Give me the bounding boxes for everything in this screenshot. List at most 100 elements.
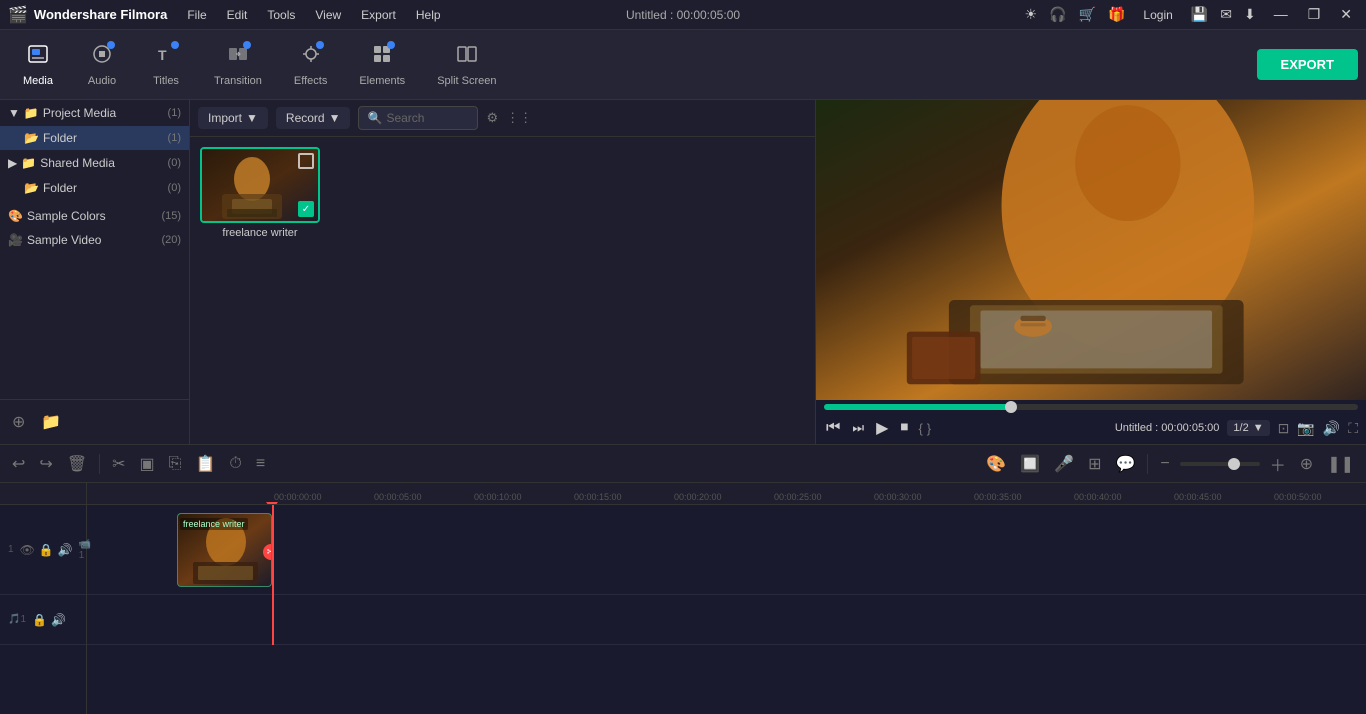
rewind-button[interactable]: ⏭ bbox=[850, 418, 866, 438]
sample-colors-icon: 🎨 bbox=[8, 209, 23, 223]
screenshot-icon[interactable]: 📷 bbox=[1297, 420, 1314, 437]
folder-item[interactable]: 📂 Folder (1) bbox=[0, 126, 189, 150]
toolbar-titles[interactable]: T Titles bbox=[136, 37, 196, 93]
menu-tools[interactable]: Tools bbox=[259, 5, 303, 25]
shared-media-header[interactable]: ▶ 📁 Shared Media (0) bbox=[0, 150, 189, 176]
track-lock-icon[interactable]: 🔒 bbox=[39, 543, 54, 557]
undo-button[interactable]: ↩ bbox=[8, 450, 29, 478]
play-button[interactable]: ▶ bbox=[874, 416, 890, 440]
import-button[interactable]: Import ▼ bbox=[198, 107, 268, 129]
track-number: 1 bbox=[8, 544, 14, 555]
titles-icon: T bbox=[155, 43, 177, 71]
import-label: Import bbox=[208, 111, 242, 125]
elements-icon bbox=[371, 43, 393, 71]
zoom-slider[interactable] bbox=[1180, 462, 1260, 466]
add-media-button[interactable]: ⊕ bbox=[8, 408, 29, 436]
audio-icon bbox=[91, 43, 113, 71]
sep1 bbox=[99, 454, 100, 474]
toolbar-split-screen[interactable]: Split Screen bbox=[423, 37, 510, 93]
shared-media-count: (0) bbox=[168, 157, 181, 169]
mail-icon[interactable]: ✉ bbox=[1220, 6, 1232, 23]
toolbar-elements[interactable]: Elements bbox=[345, 37, 419, 93]
track-visibility-icon[interactable]: 👁 bbox=[20, 543, 35, 557]
crop-button[interactable]: ▣ bbox=[136, 450, 159, 478]
minimize-button[interactable]: — bbox=[1268, 4, 1294, 25]
audio-record-icon[interactable]: 🎤 bbox=[1050, 450, 1078, 478]
menu-file[interactable]: File bbox=[179, 5, 214, 25]
zoom-out-button[interactable]: − bbox=[1156, 451, 1173, 477]
page-indicator[interactable]: 1/2 ▼ bbox=[1227, 420, 1269, 436]
filter-icon[interactable]: ⚙ bbox=[486, 110, 498, 126]
sample-video-item[interactable]: 🎥 Sample Video (20) bbox=[0, 228, 189, 252]
toolbar-media[interactable]: Media bbox=[8, 37, 68, 93]
fullscreen-icon[interactable]: ⛶ bbox=[1348, 420, 1358, 437]
caption-icon[interactable]: 💬 bbox=[1112, 450, 1140, 478]
search-field[interactable]: 🔍 Search bbox=[358, 106, 478, 130]
preview-panel: ⏮ ⏭ ▶ ⏹ { } Untitled : 00:00:05:00 1/2 ▼… bbox=[816, 100, 1366, 444]
bracket-open-button[interactable]: { bbox=[918, 421, 922, 436]
media-clip-freelance[interactable]: ✓ freelance writer bbox=[200, 147, 320, 434]
project-media-header[interactable]: ▼ 📁 Project Media (1) bbox=[0, 100, 189, 126]
sep2 bbox=[1147, 454, 1148, 474]
video-clip-1[interactable]: freelance writer ✂ bbox=[177, 513, 272, 587]
preview-ctrl-icons: 1/2 ▼ ⊡ 📷 🔊 ⛶ bbox=[1227, 420, 1358, 437]
sample-colors-item[interactable]: 🎨 Sample Colors (15) bbox=[0, 204, 189, 228]
save-icon[interactable]: 💾 bbox=[1191, 6, 1208, 23]
transition-dot bbox=[243, 41, 251, 49]
split-view-icon[interactable]: ⊞ bbox=[1084, 450, 1105, 478]
copy-button[interactable]: ⎘ bbox=[165, 451, 186, 477]
toolbar-audio[interactable]: Audio bbox=[72, 37, 132, 93]
adjust-button[interactable]: ≡ bbox=[252, 451, 269, 477]
toolbar-effects[interactable]: Effects bbox=[280, 37, 341, 93]
zoom-handle bbox=[1228, 458, 1240, 470]
toolbar-transition[interactable]: Transition bbox=[200, 37, 276, 93]
split-screen-label: Split Screen bbox=[437, 75, 496, 87]
export-button[interactable]: EXPORT bbox=[1257, 49, 1358, 80]
effects-dot bbox=[316, 41, 324, 49]
menu-export[interactable]: Export bbox=[353, 5, 404, 25]
add-track-button[interactable]: ⊕ bbox=[1296, 450, 1317, 478]
new-folder-button[interactable]: 📁 bbox=[37, 408, 65, 436]
headphone-icon[interactable]: 🎧 bbox=[1049, 6, 1066, 23]
delete-button[interactable]: 🗑 bbox=[63, 450, 91, 478]
more-options-icon[interactable]: ❚❚ bbox=[1323, 450, 1358, 478]
gift-icon[interactable]: 🎁 bbox=[1108, 6, 1125, 23]
progress-bar[interactable] bbox=[824, 404, 1358, 410]
redo-button[interactable]: ↪ bbox=[35, 450, 56, 478]
record-button[interactable]: Record ▼ bbox=[276, 107, 351, 129]
brightness-icon[interactable]: ☀ bbox=[1025, 6, 1038, 23]
download-icon[interactable]: ⬇ bbox=[1244, 6, 1256, 23]
timer-button[interactable]: ⏱ bbox=[225, 451, 245, 477]
cut-indicator: ✂ bbox=[263, 544, 272, 560]
login-button[interactable]: Login bbox=[1137, 6, 1178, 24]
maximize-button[interactable]: ❐ bbox=[1302, 4, 1327, 25]
step-back-button[interactable]: ⏮ bbox=[824, 417, 842, 439]
mask-icon[interactable]: 🔲 bbox=[1016, 450, 1044, 478]
search-placeholder: Search bbox=[386, 111, 424, 125]
paste-button[interactable]: 📋 bbox=[191, 450, 219, 478]
audio-volume-icon[interactable]: 🔊 bbox=[51, 613, 66, 627]
menu-view[interactable]: View bbox=[307, 5, 349, 25]
bracket-close-button[interactable]: } bbox=[927, 421, 931, 436]
progress-fill bbox=[824, 404, 1011, 410]
cut-button[interactable]: ✂ bbox=[108, 450, 129, 478]
volume-icon[interactable]: 🔊 bbox=[1323, 420, 1340, 437]
track-mute-icon[interactable]: 🔊 bbox=[58, 543, 73, 557]
shop-icon[interactable]: 🛒 bbox=[1079, 6, 1096, 23]
color-grade-icon[interactable]: 🎨 bbox=[982, 450, 1010, 478]
stop-button[interactable]: ⏹ bbox=[898, 417, 910, 439]
zoom-in-button[interactable]: ＋ bbox=[1266, 448, 1290, 480]
elements-label: Elements bbox=[359, 75, 405, 87]
menu-edit[interactable]: Edit bbox=[219, 5, 256, 25]
toolbar: Media Audio T Titles Transition Effects bbox=[0, 30, 1366, 100]
fit-screen-icon[interactable]: ⊡ bbox=[1278, 420, 1290, 437]
close-button[interactable]: ✕ bbox=[1334, 4, 1358, 25]
grid-view-icon[interactable]: ⋮⋮ bbox=[506, 110, 532, 126]
audio-lock-icon[interactable]: 🔒 bbox=[32, 613, 47, 627]
ruler-0: 00:00:00:00 bbox=[272, 492, 372, 502]
shared-folder-item[interactable]: 📂 Folder (0) bbox=[0, 176, 189, 200]
shared-folder-label: Folder bbox=[43, 181, 77, 195]
menu-help[interactable]: Help bbox=[408, 5, 449, 25]
timeline-tracks: freelance writer ✂ bbox=[87, 505, 1366, 645]
timeline-content: 1 👁 🔒 🔊 📹1 🎵1 🔒 🔊 bbox=[0, 483, 1366, 714]
